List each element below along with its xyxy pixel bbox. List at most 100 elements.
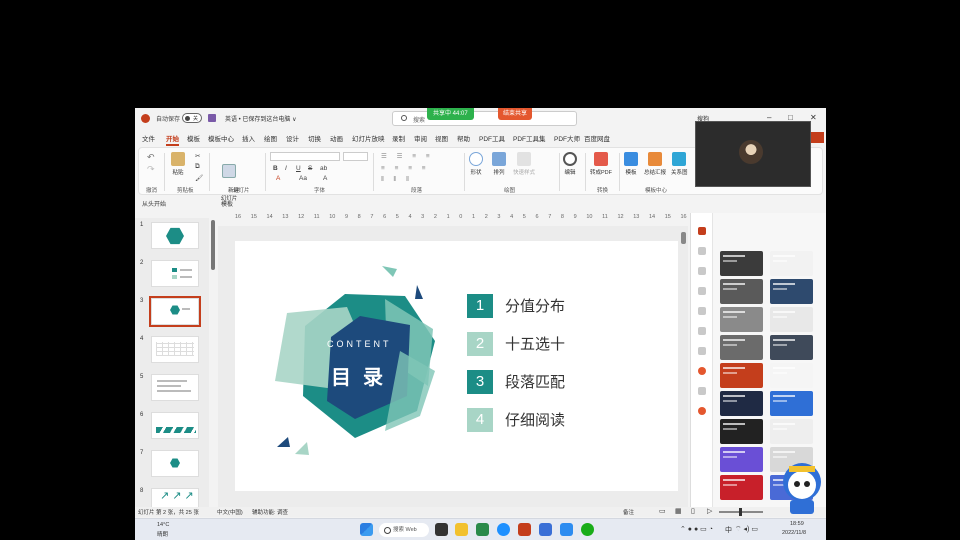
document-title[interactable]: 英语 • 已保存到这台电脑 ∨ — [225, 114, 297, 123]
tab-file[interactable]: 文件 — [142, 133, 155, 143]
template-thumbnail[interactable] — [720, 251, 763, 276]
template-thumbnail[interactable] — [770, 279, 813, 304]
close-button[interactable]: ✕ — [810, 113, 817, 122]
paste-button[interactable]: 粘贴 — [171, 152, 185, 176]
slide-thumbnail-3[interactable] — [149, 296, 201, 327]
template-thumbnail[interactable] — [720, 447, 763, 472]
strikethrough-button[interactable]: S — [308, 165, 312, 172]
template-thumbnail[interactable] — [770, 307, 813, 332]
panel-nav-icon[interactable] — [698, 267, 706, 275]
tab-home[interactable]: 开始 — [166, 133, 179, 146]
network-volume-icons[interactable]: ⌔ ◂) ▭ — [735, 525, 758, 534]
taskbar-search[interactable]: 搜索 Web — [379, 523, 429, 537]
template-button[interactable]: 模板 — [624, 152, 638, 176]
template-thumbnail[interactable] — [770, 251, 813, 276]
tab-record[interactable]: 录制 — [392, 133, 405, 143]
template-quick-button[interactable]: 模板 — [221, 199, 233, 208]
tab-baidu-netdisk[interactable]: 百度网盘 — [584, 133, 610, 143]
edge-icon[interactable] — [497, 523, 510, 536]
sorter-view-icon[interactable]: ▦ — [675, 507, 682, 515]
from-start-button[interactable]: 从头开始 — [142, 199, 166, 208]
wechat-icon[interactable] — [581, 523, 594, 536]
tab-transitions[interactable]: 切换 — [308, 133, 321, 143]
slide-thumbnail-7[interactable] — [151, 450, 199, 477]
slide-canvas[interactable]: CONTENT 目录 1 分值分布 2 十五选十 3 段落匹配 4 仔细阅读 — [235, 241, 678, 491]
italic-button[interactable]: I — [285, 165, 287, 172]
panel-nav-icon[interactable] — [698, 247, 706, 255]
share-button[interactable] — [811, 132, 824, 143]
weather-desc[interactable]: 晴朗 — [157, 530, 168, 538]
accessibility-status[interactable]: 辅助功能: 调查 — [252, 508, 288, 516]
shapes-button[interactable]: 形状 — [469, 152, 483, 176]
underline-button[interactable]: U — [296, 165, 301, 172]
template-thumbnail[interactable] — [720, 475, 763, 500]
tray-icons[interactable]: ⌃ ● ● ▭ ◔ — [680, 525, 713, 533]
ime-indicator[interactable]: 中 — [725, 525, 732, 535]
clear-format-button[interactable]: A — [323, 175, 327, 182]
clock-date[interactable]: 2022/11/8 — [782, 530, 806, 536]
cut-icon[interactable]: ✂ — [195, 152, 200, 160]
panel-nav-icon[interactable] — [698, 367, 706, 375]
to-pdf-button[interactable]: 转成PDF — [590, 152, 612, 176]
slide-thumbnail-6[interactable] — [151, 412, 199, 439]
template-thumbnail[interactable] — [720, 279, 763, 304]
edit-button[interactable]: 编辑 — [563, 152, 577, 176]
undo-icon[interactable]: ↶ — [147, 152, 155, 163]
app-icon[interactable] — [560, 523, 573, 536]
language-status[interactable]: 中文(中国) — [217, 508, 243, 516]
panel-nav-icon[interactable] — [698, 287, 706, 295]
save-icon[interactable] — [208, 114, 216, 122]
panel-nav-icon[interactable] — [698, 387, 706, 395]
redo-icon[interactable]: ↷ — [147, 164, 155, 175]
normal-view-icon[interactable]: ▭ — [659, 507, 666, 515]
app-icon[interactable] — [539, 523, 552, 536]
char-spacing-button[interactable]: ab — [320, 165, 327, 172]
template-thumbnail[interactable] — [770, 419, 813, 444]
template-thumbnail[interactable] — [770, 363, 813, 388]
template-thumbnail[interactable] — [770, 391, 813, 416]
zoom-slider-handle[interactable] — [739, 508, 742, 516]
align-buttons[interactable]: ≡ ≡ ≡ ≡ — [381, 165, 430, 172]
panel-nav-icon[interactable] — [698, 327, 706, 335]
tab-pdf-tools[interactable]: PDF工具 — [479, 133, 505, 143]
slide-thumbnail-4[interactable] — [151, 336, 199, 363]
tab-template[interactable]: 模板 — [187, 133, 200, 143]
tab-design[interactable]: 设计 — [286, 133, 299, 143]
file-explorer-icon[interactable] — [455, 523, 468, 536]
relation-chart-button[interactable]: 关系图 — [671, 152, 688, 176]
arrange-button[interactable]: 排列 — [492, 152, 506, 176]
tab-help[interactable]: 帮助 — [457, 133, 470, 143]
panel-nav-icon[interactable] — [698, 347, 706, 355]
weather-temp[interactable]: 14°C — [157, 522, 169, 528]
tab-slideshow[interactable]: 幻灯片放映 — [352, 133, 385, 143]
autosave-toggle[interactable]: 关 — [182, 113, 202, 123]
reading-view-icon[interactable]: ▯ — [691, 507, 695, 515]
font-family-combo[interactable] — [270, 152, 340, 161]
search-box[interactable]: 搜索 — [392, 111, 577, 126]
slide-thumbnail-1[interactable] — [151, 222, 199, 249]
tab-pdf-master[interactable]: PDF大师 — [554, 133, 580, 143]
slide-thumbnail-2[interactable] — [151, 260, 199, 287]
template-thumbnail[interactable] — [720, 307, 763, 332]
slide-thumbnail-5[interactable] — [151, 374, 199, 401]
summary-report-button[interactable]: 总结汇报 — [644, 152, 666, 176]
app-icon[interactable] — [476, 523, 489, 536]
task-view-icon[interactable] — [435, 523, 448, 536]
tab-view[interactable]: 视图 — [435, 133, 448, 143]
bold-button[interactable]: B — [273, 165, 278, 172]
slideshow-view-icon[interactable]: ▷ — [707, 507, 712, 515]
tab-draw[interactable]: 绘图 — [264, 133, 277, 143]
editor-scrollbar[interactable] — [681, 232, 686, 244]
thumbnail-scrollbar[interactable] — [211, 220, 215, 270]
windows-start-icon[interactable] — [360, 523, 373, 536]
notes-button[interactable]: 备注 — [623, 508, 634, 516]
change-case-button[interactable]: Aa — [299, 175, 307, 182]
panel-nav-icon[interactable] — [698, 407, 706, 415]
template-thumbnail[interactable] — [770, 335, 813, 360]
tab-template-center[interactable]: 模板中心 — [208, 133, 234, 143]
end-share-button[interactable]: 结束共享 — [498, 108, 533, 120]
template-thumbnail[interactable] — [720, 363, 763, 388]
font-size-combo[interactable] — [343, 152, 368, 161]
list-buttons[interactable]: ☰ ☰ ≡ ≡ — [381, 152, 434, 160]
template-thumbnail[interactable] — [720, 419, 763, 444]
